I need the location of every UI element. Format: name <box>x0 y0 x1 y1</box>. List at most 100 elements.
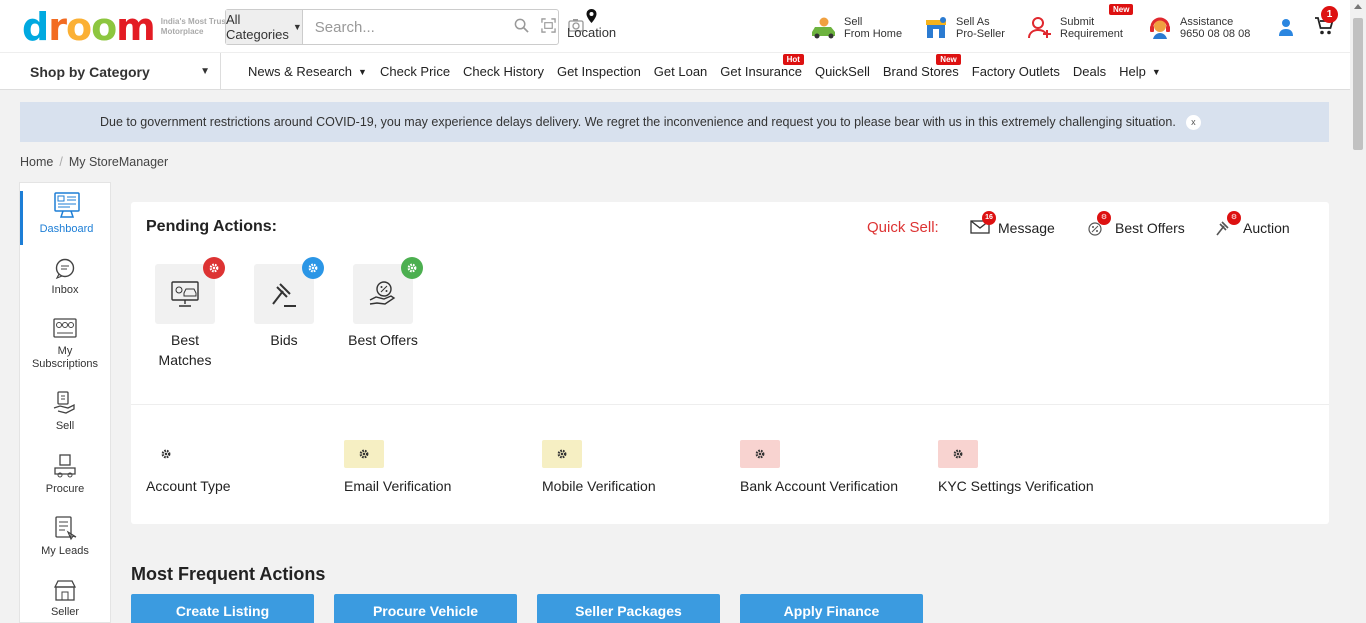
procure-vehicle-button[interactable]: Procure Vehicle <box>334 594 517 623</box>
seller-packages-button[interactable]: Seller Packages <box>537 594 720 623</box>
nav-get-insurance[interactable]: Get Insurance Hot <box>720 54 804 79</box>
account-type-label: Account Type <box>146 478 231 494</box>
new-badge: New <box>1109 4 1134 15</box>
quick-sell-best-offers[interactable]: ⚙ Best Offers <box>1087 211 1185 237</box>
nav-news-research[interactable]: News & Research ▼ <box>248 64 367 79</box>
top-header: droom India's Most Trusted Motorplace Al… <box>0 0 1350 52</box>
search-icon[interactable] <box>514 18 529 36</box>
bids-label: Bids <box>270 332 298 348</box>
sidebar-item-leads[interactable]: My Leads <box>20 515 110 558</box>
gear-icon <box>302 257 324 279</box>
shop-by-category-label: Shop by Category <box>30 63 150 80</box>
scrollbar-thumb[interactable] <box>1353 18 1363 150</box>
cart-count-badge: 1 <box>1321 6 1338 23</box>
sidebar-item-inbox[interactable]: Inbox <box>20 258 110 297</box>
assistance-phone: 9650 08 08 08 <box>1180 28 1251 40</box>
best-offers-label: Best Offers <box>348 332 418 348</box>
headset-icon <box>1146 14 1174 42</box>
assistance-line1: Assistance <box>1180 16 1234 28</box>
sell-hand-icon <box>53 391 75 414</box>
category-select[interactable]: All Categories ▼ <box>226 10 303 44</box>
sell-home-line1: Sell <box>844 16 863 28</box>
store-icon <box>922 14 950 42</box>
gear-icon <box>542 440 582 468</box>
search-input[interactable] <box>302 10 514 44</box>
nav-get-inspection[interactable]: Get Inspection <box>557 64 641 79</box>
gavel-icon: ⚙ <box>1215 211 1241 237</box>
sidebar-item-sell[interactable]: Sell <box>20 390 110 433</box>
breadcrumb-current: My StoreManager <box>68 155 169 169</box>
sidebar-item-seller[interactable]: Seller <box>20 578 110 619</box>
assistance-link[interactable]: Assistance 9650 08 08 08 <box>1146 14 1250 42</box>
nav-brand-stores[interactable]: Brand Stores New <box>882 54 961 79</box>
gear-icon <box>344 440 384 468</box>
user-account-icon[interactable] <box>1278 18 1294 39</box>
sidebar-item-procure[interactable]: Procure <box>20 453 110 496</box>
nav-quicksell[interactable]: QuickSell <box>815 64 870 79</box>
droom-logo[interactable]: droom India's Most Trusted Motorplace <box>22 8 247 46</box>
best-offers-card[interactable]: Best Offers <box>333 257 433 350</box>
caret-down-icon: ▼ <box>292 22 302 32</box>
bank-verification-label: Bank Account Verification <box>740 478 898 494</box>
gear-icon <box>740 440 780 468</box>
pending-actions-panel: Pending Actions: Quick Sell: 16 Message … <box>131 202 1329 524</box>
nav-check-price[interactable]: Check Price <box>380 64 450 79</box>
hot-badge: Hot <box>782 54 804 65</box>
apply-finance-button[interactable]: Apply Finance <box>740 594 923 623</box>
nav-label: Deals <box>1072 64 1107 79</box>
close-icon[interactable]: x <box>1185 114 1201 130</box>
bank-verification-item[interactable]: Bank Account Verification <box>740 440 898 494</box>
submit-requirement-link[interactable]: Submit Requirement <box>1026 14 1123 42</box>
nav-label: Factory Outlets <box>971 64 1060 79</box>
sell-as-pro-link[interactable]: Sell As Pro-Seller <box>922 14 1005 42</box>
scroll-up-arrow-icon[interactable] <box>1354 4 1362 9</box>
account-type-item[interactable]: Account Type <box>146 440 231 494</box>
add-user-icon <box>1026 14 1054 42</box>
create-listing-button[interactable]: Create Listing <box>131 594 314 623</box>
nav-factory-outlets[interactable]: Factory Outlets <box>972 64 1060 79</box>
best-matches-card[interactable]: Best Matches <box>135 257 235 370</box>
quick-sell-auction[interactable]: ⚙ Auction <box>1215 211 1290 237</box>
banner-text: Due to government restrictions around CO… <box>100 115 1176 129</box>
location-selector[interactable]: Location <box>567 9 616 40</box>
bids-card[interactable]: Bids <box>234 257 334 350</box>
shop-by-category-dropdown[interactable]: Shop by Category ▼ <box>0 53 221 90</box>
sell-pro-line2: Pro-Seller <box>956 28 1005 40</box>
scan-icon[interactable] <box>541 18 556 36</box>
pending-actions-title: Pending Actions: <box>146 218 277 235</box>
main-navigation: Shop by Category ▼ News & Research ▼ Chec… <box>0 52 1350 90</box>
nav-label: Brand Stores <box>882 64 959 79</box>
gavel-icon <box>272 283 296 307</box>
page-scrollbar[interactable] <box>1350 0 1366 623</box>
nav-label: Get Inspection <box>556 64 641 79</box>
quick-sell-message-label: Message <box>998 220 1055 236</box>
kyc-verification-label: KYC Settings Verification <box>938 478 1094 494</box>
sell-home-line2: From Home <box>844 28 903 40</box>
caret-down-icon: ▼ <box>200 66 210 77</box>
covid-notice-banner: Due to government restrictions around CO… <box>20 102 1329 142</box>
envelope-icon: 16 <box>970 211 996 237</box>
email-verification-item[interactable]: Email Verification <box>344 440 451 494</box>
nav-get-loan[interactable]: Get Loan <box>654 64 708 79</box>
nav-label: Get Insurance <box>720 64 802 79</box>
leads-clipboard-icon <box>55 516 77 541</box>
nav-check-history[interactable]: Check History <box>463 64 544 79</box>
quick-sell-best-offers-label: Best Offers <box>1115 220 1185 236</box>
submit-req-line1: Submit <box>1060 16 1095 28</box>
sidebar-item-dashboard[interactable]: Dashboard <box>20 191 110 245</box>
mobile-verification-item[interactable]: Mobile Verification <box>542 440 656 494</box>
nav-label: Get Loan <box>653 64 708 79</box>
breadcrumb-home[interactable]: Home <box>20 155 53 169</box>
kyc-verification-item[interactable]: KYC Settings Verification <box>938 440 1094 494</box>
email-verification-label: Email Verification <box>344 478 452 494</box>
sidebar-item-subscriptions[interactable]: My Subscriptions <box>20 317 110 371</box>
quick-sell-message[interactable]: 16 Message <box>970 211 1055 237</box>
quick-sell-label: Quick Sell: <box>867 219 939 236</box>
sidebar-label-dashboard: Dashboard <box>39 223 94 235</box>
nav-help[interactable]: Help ▼ <box>1119 64 1161 79</box>
sell-from-home-link[interactable]: Sell From Home <box>810 14 902 42</box>
sell-pro-line1: Sell As <box>956 16 990 28</box>
breadcrumb: Home / My StoreManager <box>20 155 169 169</box>
sidebar-label-subscriptions-2: Subscriptions <box>31 358 99 370</box>
nav-deals[interactable]: Deals <box>1073 64 1106 79</box>
